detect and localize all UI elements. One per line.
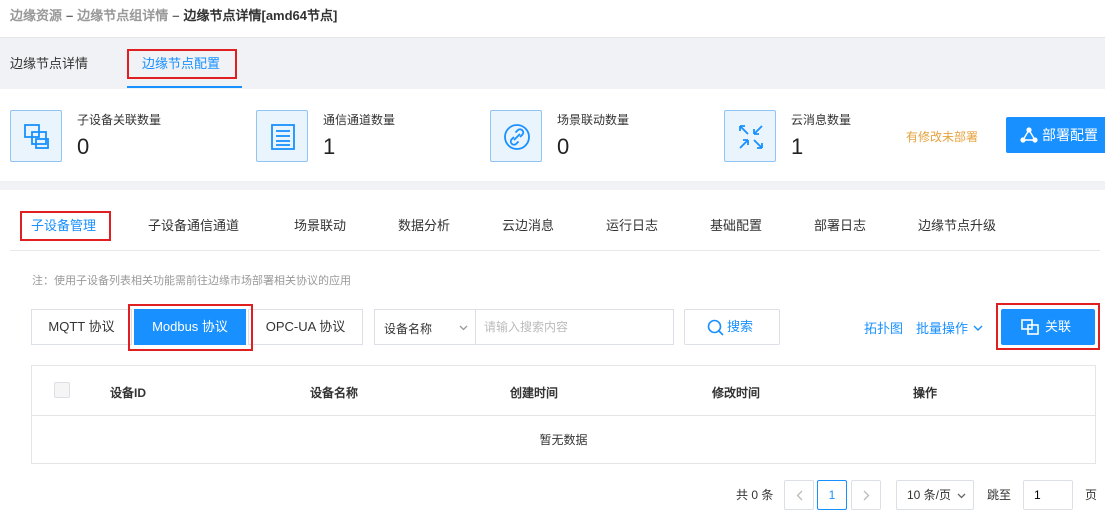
search-input[interactable]	[475, 309, 674, 345]
opcua-protocol-button[interactable]: OPC-UA 协议	[248, 309, 363, 345]
link-icon	[490, 110, 542, 162]
breadcrumb-link-edge-resources[interactable]: 边缘资源	[10, 8, 62, 23]
breadcrumb-separator: –	[172, 8, 180, 23]
tab-deploy-log[interactable]: 部署日志	[814, 216, 866, 236]
stat-value-channel-count: 1	[323, 134, 336, 159]
tab-scene-linkage[interactable]: 场景联动	[294, 216, 346, 236]
stat-label-channel-count: 通信通道数量	[323, 113, 396, 127]
pagination-total: 共 0 条	[736, 488, 774, 502]
tab-sub-device-channel[interactable]: 子设备通信通道	[148, 216, 239, 236]
device-table: 设备ID 设备名称 创建时间 修改时间 操作 暂无数据	[31, 365, 1096, 464]
stat-value-scene-count: 0	[557, 134, 570, 159]
jump-label: 跳至	[987, 488, 1012, 502]
search-field-select[interactable]: 设备名称	[374, 309, 476, 345]
search-button-label: 搜索	[727, 319, 754, 334]
prev-page-button[interactable]	[784, 480, 814, 510]
breadcrumb-separator: –	[66, 8, 74, 23]
breadcrumb-bar: 边缘资源 – 边缘节点组详情 – 边缘节点详情[amd64节点]	[0, 0, 1105, 38]
tab-run-log[interactable]: 运行日志	[606, 216, 658, 236]
active-tab-underline	[127, 86, 242, 88]
page-size-select[interactable]: 10 条/页	[896, 480, 974, 510]
tab-node-upgrade[interactable]: 边缘节点升级	[918, 216, 996, 236]
chevron-left-icon	[796, 490, 802, 501]
chevron-right-icon	[863, 490, 869, 501]
stat-value-device-count: 0	[77, 134, 90, 159]
column-header-created-time: 创建时间	[510, 386, 559, 400]
tab-node-detail[interactable]: 边缘节点详情	[10, 39, 88, 89]
highlight-box	[20, 211, 111, 241]
page-number-current[interactable]: 1	[817, 480, 847, 510]
table-header: 设备ID 设备名称 创建时间 修改时间 操作	[32, 366, 1095, 416]
search-button[interactable]: 搜索	[684, 309, 780, 345]
deploy-config-label: 部署配置	[1042, 127, 1098, 143]
breadcrumb-current: 边缘节点详情[amd64节点]	[183, 8, 338, 23]
column-header-device-name: 设备名称	[310, 386, 359, 400]
select-all-checkbox[interactable]	[54, 382, 70, 398]
empty-table-text: 暂无数据	[539, 433, 588, 447]
highlight-box	[128, 304, 253, 351]
sub-tabs-divider	[10, 250, 1100, 251]
mqtt-protocol-button[interactable]: MQTT 协议	[31, 309, 132, 345]
chevron-down-icon	[957, 493, 966, 499]
search-field-selected: 设备名称	[384, 322, 433, 336]
next-page-button[interactable]	[851, 480, 881, 510]
batch-operations-label: 批量操作	[916, 321, 969, 336]
page-size-value: 10 条/页	[907, 488, 952, 502]
highlight-box	[996, 303, 1100, 350]
tab-cloud-edge-message[interactable]: 云边消息	[502, 216, 554, 236]
search-icon	[707, 319, 724, 336]
tab-data-analysis[interactable]: 数据分析	[398, 216, 450, 236]
breadcrumb: 边缘资源 – 边缘节点组详情 – 边缘节点详情[amd64节点]	[10, 5, 337, 24]
device-group-icon	[10, 110, 62, 162]
page-unit-label: 页	[1085, 488, 1098, 502]
usage-note: 注：使用子设备列表相关功能需前往边缘市场部署相关协议的应用	[32, 275, 351, 287]
channel-list-icon	[256, 110, 308, 162]
column-header-device-id: 设备ID	[110, 386, 147, 400]
tab-basic-config[interactable]: 基础配置	[710, 216, 762, 236]
highlight-box	[127, 49, 237, 79]
column-header-actions: 操作	[913, 386, 938, 400]
jump-page-input[interactable]	[1023, 480, 1073, 510]
unsaved-changes-text: 有修改未部署	[906, 130, 979, 144]
chevron-down-icon	[973, 325, 983, 331]
top-tabs: 边缘节点详情 边缘节点配置	[0, 39, 1105, 89]
topology-link[interactable]: 拓扑图	[864, 318, 903, 337]
deploy-config-button[interactable]: 部署配置	[1006, 117, 1105, 153]
breadcrumb-link-node-group-detail[interactable]: 边缘节点组详情	[77, 8, 168, 23]
stat-label-cloud-msg-count: 云消息数量	[791, 113, 852, 127]
column-header-modified-time: 修改时间	[712, 386, 761, 400]
arrows-icon	[724, 110, 776, 162]
stat-value-cloud-msg-count: 1	[791, 134, 804, 159]
stat-label-scene-count: 场景联动数量	[557, 113, 630, 127]
batch-operations-dropdown[interactable]: 批量操作	[916, 318, 983, 337]
deploy-icon	[1020, 127, 1038, 143]
stat-label-device-count: 子设备关联数量	[77, 113, 162, 127]
chevron-down-icon	[459, 325, 468, 331]
